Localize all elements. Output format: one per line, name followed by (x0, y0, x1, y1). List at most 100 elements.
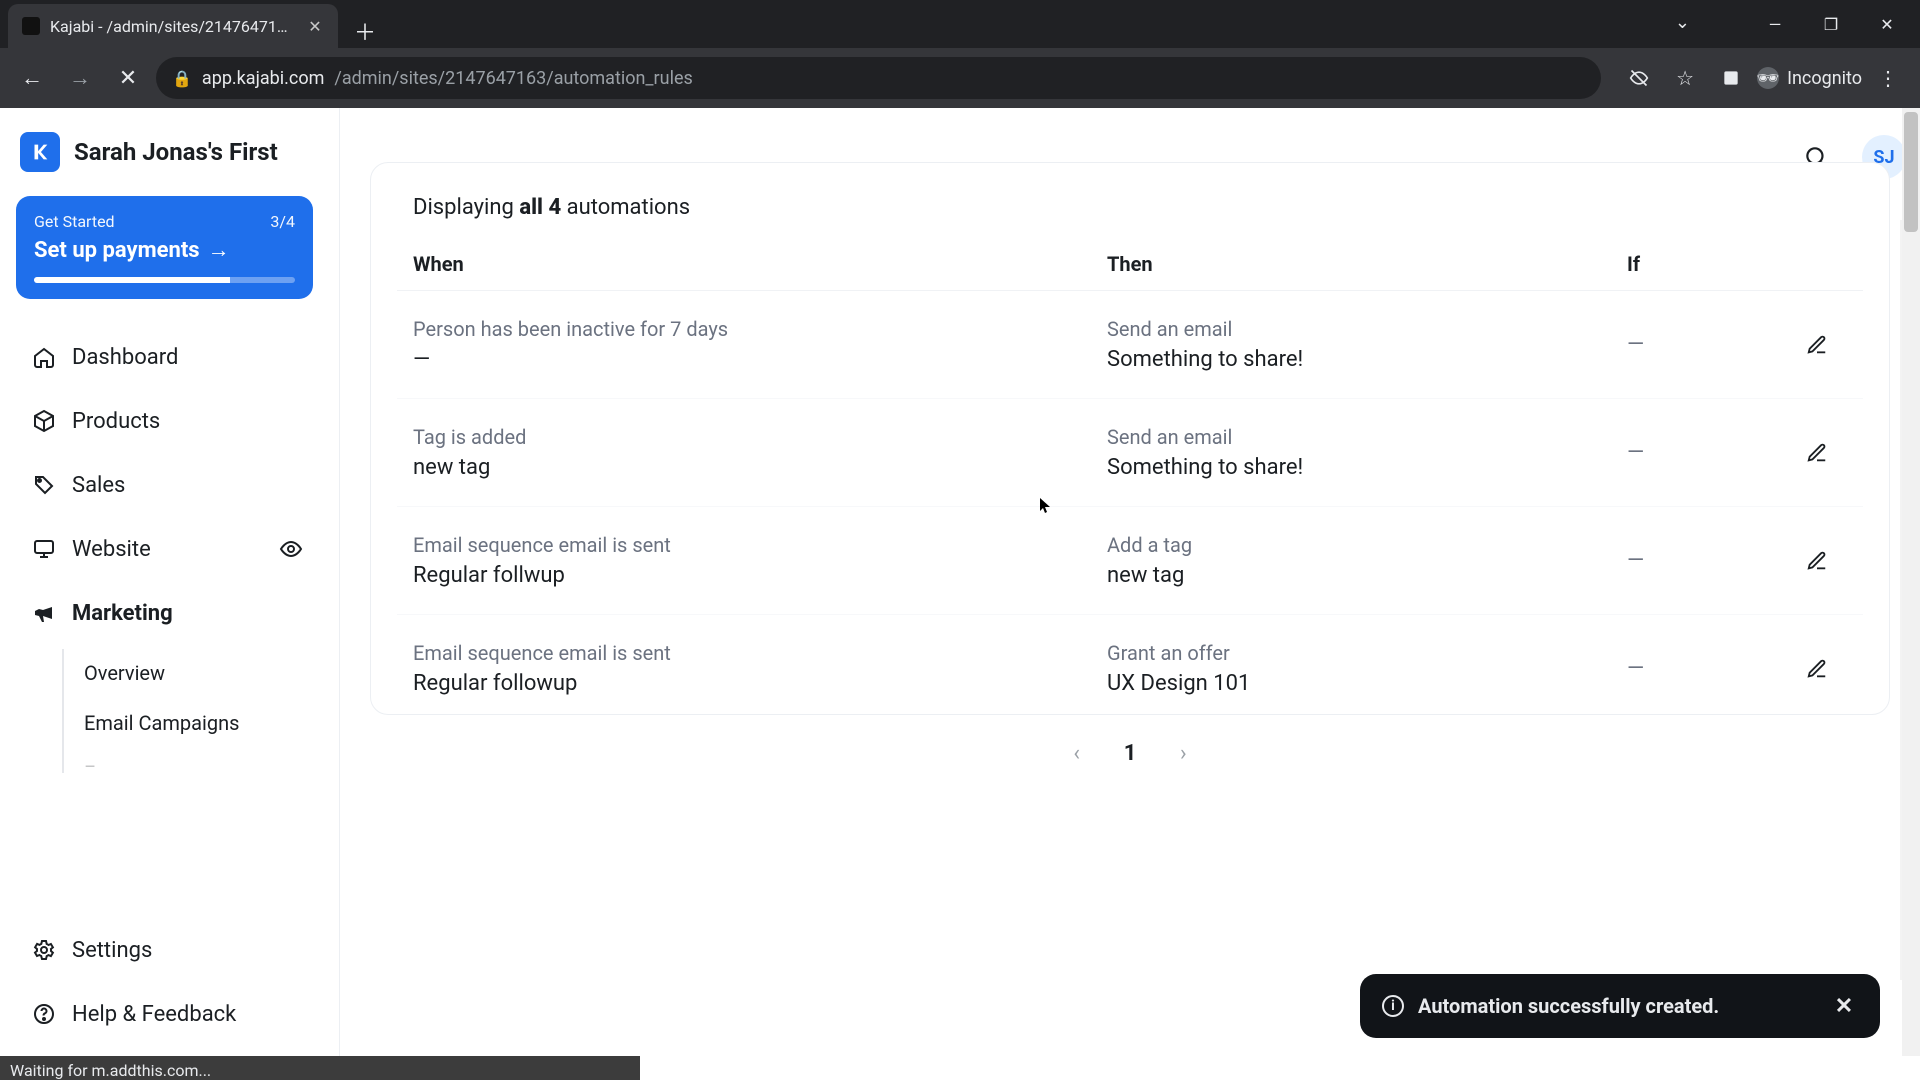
sidebar-item-label: Help & Feedback (72, 1002, 236, 1027)
table-row[interactable]: Email sequence email is sent Regular fol… (397, 614, 1863, 704)
get-started-eyebrow: Get Started (34, 212, 115, 231)
when-value: Regular follwup (413, 563, 1107, 588)
col-when: When (413, 252, 1107, 276)
incognito-indicator[interactable]: 🕶 Incognito (1757, 67, 1862, 89)
panel-head: Displaying all 4 automations (397, 189, 1863, 238)
page-scroll-thumb[interactable] (1904, 112, 1918, 232)
then-muted: Add a tag (1107, 533, 1627, 557)
new-tab-button[interactable]: ＋ (348, 14, 382, 48)
site-name: Sarah Jonas's First (74, 138, 278, 166)
when-muted: Tag is added (413, 425, 1107, 449)
get-started-progress (34, 277, 295, 283)
sidebar-item-label: Website (72, 537, 151, 562)
home-icon (30, 343, 58, 371)
sidebar-item-label: Products (72, 409, 160, 434)
sidebar-item-website[interactable]: Website (18, 521, 315, 577)
sidebar-item-marketing[interactable]: Marketing (18, 585, 315, 641)
window-minimize-button[interactable]: — (1748, 6, 1802, 42)
address-bar: ← → ✕ 🔒 app.kajabi.com /admin/sites/2147… (0, 48, 1920, 108)
gear-icon (30, 936, 58, 964)
arrow-right-icon: → (208, 237, 230, 263)
then-muted: Grant an offer (1107, 641, 1627, 665)
when-value: new tag (413, 455, 1107, 480)
window-close-button[interactable]: ✕ (1860, 6, 1914, 42)
when-muted: Person has been inactive for 7 days (413, 317, 1107, 341)
sidebar-item-label: Sales (72, 473, 125, 498)
pencil-icon (1806, 334, 1828, 356)
when-value: — (413, 347, 1107, 372)
sidebar-item-settings[interactable]: Settings (18, 922, 323, 978)
displaying-count: all 4 (519, 195, 561, 220)
table-row[interactable]: Person has been inactive for 7 days — Se… (397, 291, 1863, 398)
window-controls: — ❐ ✕ (1748, 6, 1914, 42)
sidebar-scroll: Get Started 3/4 Set up payments → Dashbo… (12, 190, 329, 781)
pager-prev[interactable]: ‹ (1073, 741, 1080, 766)
nav-back-button[interactable]: ← (12, 58, 52, 98)
get-started-card[interactable]: Get Started 3/4 Set up payments → (16, 196, 313, 299)
status-bar: Waiting for m.addthis.com... (0, 1056, 640, 1080)
if-value: — (1627, 548, 1787, 573)
favicon (22, 17, 40, 35)
toast-message: Automation successfully created. (1418, 994, 1719, 1018)
status-text: Waiting for m.addthis.com... (10, 1061, 211, 1080)
page-scrollbar[interactable] (1902, 108, 1920, 1056)
browser-chrome: Kajabi - /admin/sites/2147647163… ✕ ＋ ⌄ … (0, 0, 1920, 108)
pencil-icon (1806, 658, 1828, 680)
then-value: UX Design 101 (1107, 671, 1627, 696)
displaying-suffix: automations (567, 195, 690, 220)
sidebar-item-products[interactable]: Products (18, 393, 315, 449)
sidebar: Sarah Jonas's First Get Started 3/4 Set … (0, 108, 340, 1056)
row-edit (1787, 328, 1847, 362)
subnav-email-campaigns[interactable]: Email Campaigns (84, 711, 315, 735)
tabs-dropdown-icon[interactable]: ⌄ (1675, 12, 1690, 33)
if-value: — (1627, 332, 1787, 357)
edit-button[interactable] (1800, 328, 1834, 362)
automations-panel: Displaying all 4 automations When Then I… (370, 162, 1890, 715)
eye-icon[interactable] (279, 537, 303, 561)
get-started-title: Set up payments (34, 238, 200, 263)
browser-menu-button[interactable]: ⋮ (1868, 58, 1908, 98)
pager-current[interactable]: 1 (1108, 731, 1152, 775)
pager: ‹ 1 › (370, 731, 1890, 775)
then-value: Something to share! (1107, 347, 1627, 372)
pencil-icon (1806, 550, 1828, 572)
table-row[interactable]: Tag is added new tag Send an email Somet… (397, 398, 1863, 506)
edit-button[interactable] (1800, 436, 1834, 470)
nav-forward-button[interactable]: → (60, 58, 100, 98)
tag-icon (30, 471, 58, 499)
info-icon: i (1382, 995, 1404, 1017)
edit-button[interactable] (1800, 544, 1834, 578)
browser-tab[interactable]: Kajabi - /admin/sites/2147647163… ✕ (8, 4, 338, 48)
tracking-icon[interactable] (1619, 58, 1659, 98)
toast-close-button[interactable]: ✕ (1830, 992, 1858, 1020)
subnav-more[interactable]: F (84, 761, 315, 767)
sidebar-item-help[interactable]: Help & Feedback (18, 986, 323, 1042)
when-muted: Email sequence email is sent (413, 641, 1107, 665)
omnibox[interactable]: 🔒 app.kajabi.com /admin/sites/2147647163… (156, 57, 1601, 99)
nav: Dashboard Products Sales (12, 321, 321, 781)
table-row[interactable]: Email sequence email is sent Regular fol… (397, 506, 1863, 614)
when-muted: Email sequence email is sent (413, 533, 1107, 557)
tab-close-icon[interactable]: ✕ (306, 17, 324, 35)
col-then: Then (1107, 252, 1627, 276)
incognito-icon: 🕶 (1757, 67, 1779, 89)
bookmark-star-icon[interactable]: ☆ (1665, 58, 1705, 98)
main: Displaying all 4 automations When Then I… (340, 108, 1920, 1056)
toast: i Automation successfully created. ✕ (1360, 974, 1880, 1038)
brand-badge (20, 132, 60, 172)
brand[interactable]: Sarah Jonas's First (12, 126, 329, 190)
table-head: When Then If (397, 238, 1863, 291)
marketing-subnav: Overview Email Campaigns F (62, 649, 315, 773)
subnav-overview[interactable]: Overview (84, 661, 315, 685)
url-host: app.kajabi.com (202, 68, 324, 89)
window-maximize-button[interactable]: ❐ (1804, 6, 1858, 42)
nav-stop-button[interactable]: ✕ (108, 58, 148, 98)
sidebar-item-sales[interactable]: Sales (18, 457, 315, 513)
pager-next[interactable]: › (1180, 741, 1187, 766)
app: Sarah Jonas's First Get Started 3/4 Set … (0, 108, 1920, 1056)
sidebar-item-dashboard[interactable]: Dashboard (18, 329, 315, 385)
edit-button[interactable] (1800, 652, 1834, 686)
displaying-prefix: Displaying (413, 195, 519, 220)
row-edit (1787, 436, 1847, 470)
extensions-icon[interactable] (1711, 58, 1751, 98)
